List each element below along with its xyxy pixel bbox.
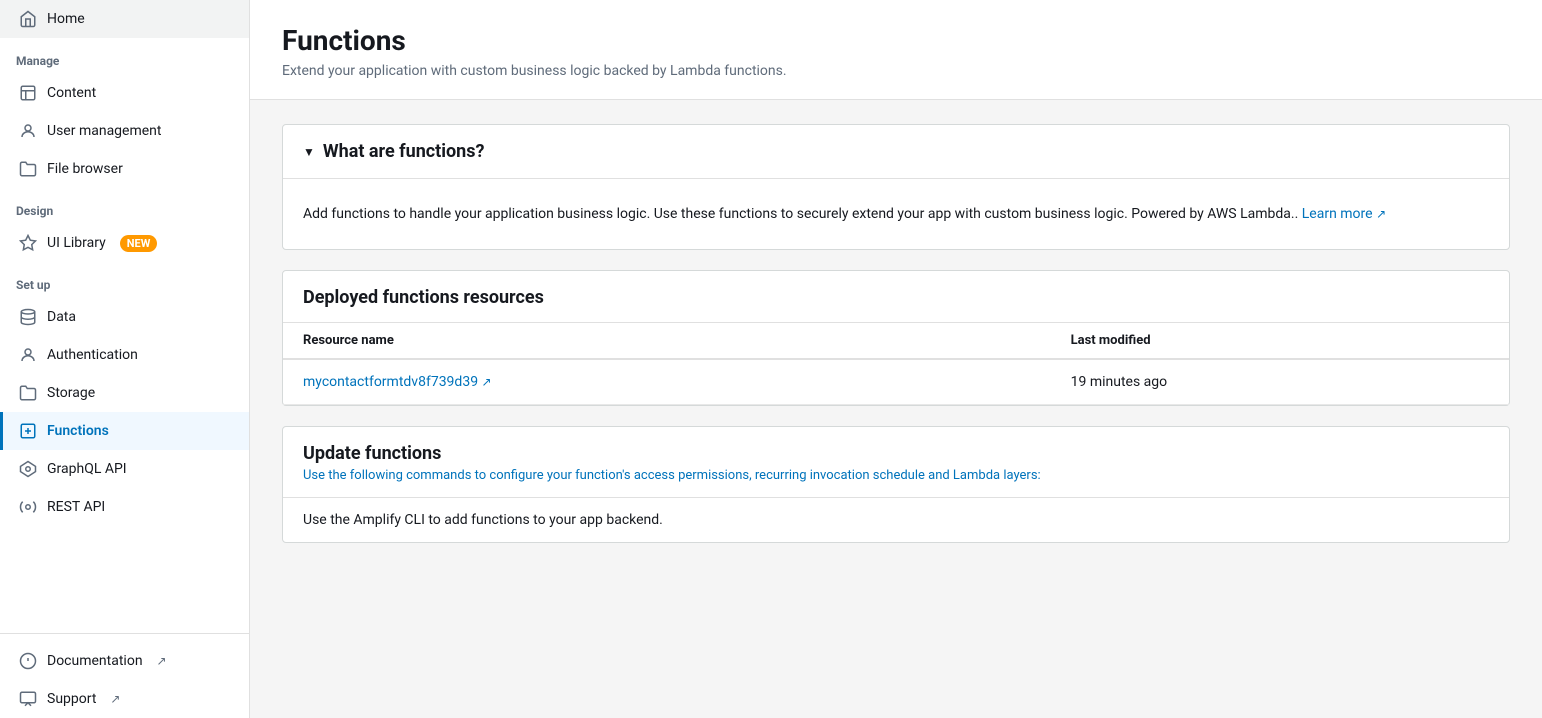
deployed-resources-header: Deployed functions resources (283, 271, 1509, 323)
sidebar-item-support-label: Support (47, 691, 96, 707)
update-functions-body-text: Use the Amplify CLI to add functions to … (303, 512, 1489, 528)
docs-external-icon: ↗ (157, 654, 167, 668)
storage-icon (19, 384, 37, 402)
ui-library-new-badge: NEW (120, 235, 158, 252)
sidebar-item-ui-library[interactable]: UI Library NEW (0, 224, 249, 262)
sidebar-item-content[interactable]: Content (0, 74, 249, 112)
col-resource-name: Resource name (283, 323, 1051, 359)
what-are-functions-header[interactable]: ▼ What are functions? (283, 125, 1509, 179)
sidebar-section-setup: Set up (0, 262, 249, 298)
functions-icon (19, 422, 37, 440)
sidebar-item-home-label: Home (47, 11, 85, 27)
resource-external-icon: ↗ (482, 375, 492, 389)
deployed-resources-card: Deployed functions resources Resource na… (282, 270, 1510, 406)
sidebar-item-authentication-label: Authentication (47, 347, 138, 363)
sidebar-item-user-management[interactable]: User management (0, 112, 249, 150)
resource-table: Resource name Last modified mycontactfor… (283, 323, 1509, 405)
sidebar-item-data[interactable]: Data (0, 298, 249, 336)
sidebar-item-storage-label: Storage (47, 385, 95, 401)
sidebar-item-storage[interactable]: Storage (0, 374, 249, 412)
resource-link[interactable]: mycontactformtdv8f739d39 (303, 374, 478, 390)
table-row: mycontactformtdv8f739d39 ↗ 19 minutes ag… (283, 359, 1509, 405)
sidebar-item-data-label: Data (47, 309, 76, 325)
learn-more-link[interactable]: Learn more (1302, 206, 1373, 222)
sidebar-item-graphql-label: GraphQL API (47, 461, 127, 477)
ui-library-icon (19, 234, 37, 252)
sidebar-item-home[interactable]: Home (0, 0, 249, 38)
update-functions-subtitle: Use the following commands to configure … (283, 468, 1509, 497)
sidebar-item-rest-api[interactable]: REST API (0, 488, 249, 526)
what-are-functions-title: What are functions? (323, 141, 485, 162)
sidebar-item-graphql[interactable]: GraphQL API (0, 450, 249, 488)
what-are-functions-body: Add functions to handle your application… (283, 179, 1509, 249)
update-functions-header: Update functions (283, 427, 1509, 468)
home-icon (19, 10, 37, 28)
file-browser-icon (19, 160, 37, 178)
sidebar-item-documentation[interactable]: Documentation ↗ (0, 642, 249, 680)
what-are-functions-text: Add functions to handle your application… (303, 203, 1489, 225)
sidebar-section-design: Design (0, 188, 249, 224)
sidebar-item-authentication[interactable]: Authentication (0, 336, 249, 374)
main-content: Functions Extend your application with c… (250, 0, 1542, 718)
update-functions-card: Update functions Use the following comma… (282, 426, 1510, 543)
user-management-icon (19, 122, 37, 140)
docs-icon (19, 652, 37, 670)
deployed-resources-title: Deployed functions resources (303, 287, 544, 308)
graphql-icon (19, 460, 37, 478)
col-last-modified: Last modified (1051, 323, 1509, 359)
resource-name-cell: mycontactformtdv8f739d39 ↗ (283, 359, 1051, 405)
sidebar-item-file-browser[interactable]: File browser (0, 150, 249, 188)
sidebar: Home Manage Content User management File… (0, 0, 250, 718)
sidebar-item-support[interactable]: Support ↗ (0, 680, 249, 718)
sidebar-item-rest-api-label: REST API (47, 499, 105, 515)
sidebar-item-file-browser-label: File browser (47, 161, 123, 177)
chevron-down-icon: ▼ (303, 145, 315, 159)
sidebar-section-manage: Manage (0, 38, 249, 74)
sidebar-item-functions-label: Functions (47, 423, 109, 439)
support-external-icon: ↗ (110, 692, 120, 706)
resource-last-modified: 19 minutes ago (1051, 359, 1509, 405)
page-title: Functions (282, 24, 1510, 57)
page-subtitle: Extend your application with custom busi… (282, 63, 1510, 79)
data-icon (19, 308, 37, 326)
rest-api-icon (19, 498, 37, 516)
authentication-icon (19, 346, 37, 364)
content-area: ▼ What are functions? Add functions to h… (250, 100, 1542, 567)
content-icon (19, 84, 37, 102)
external-link-icon: ↗ (1376, 207, 1386, 221)
support-icon (19, 690, 37, 708)
sidebar-item-user-management-label: User management (47, 123, 161, 139)
sidebar-item-ui-library-label: UI Library (47, 235, 106, 251)
sidebar-item-functions[interactable]: Functions (0, 412, 249, 450)
update-functions-title: Update functions (303, 443, 1489, 464)
what-are-functions-card: ▼ What are functions? Add functions to h… (282, 124, 1510, 250)
sidebar-item-documentation-label: Documentation (47, 653, 143, 669)
sidebar-item-content-label: Content (47, 85, 96, 101)
page-header: Functions Extend your application with c… (250, 0, 1542, 100)
update-functions-body: Use the Amplify CLI to add functions to … (283, 497, 1509, 542)
